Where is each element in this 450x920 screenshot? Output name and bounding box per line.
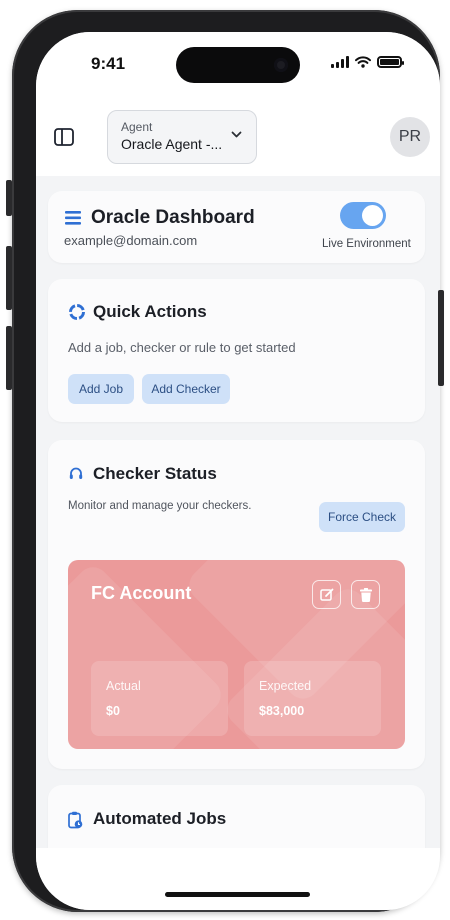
agent-select[interactable]: Agent Oracle Agent -... bbox=[107, 110, 257, 164]
quick-actions-card: Quick Actions Add a job, checker or rule… bbox=[48, 279, 425, 422]
add-checker-button[interactable]: Add Checker bbox=[142, 374, 230, 404]
volume-down-button bbox=[6, 326, 12, 390]
home-indicator[interactable] bbox=[165, 892, 310, 897]
edit-checker-button[interactable] bbox=[312, 580, 341, 609]
actual-label: Actual bbox=[106, 679, 141, 693]
screen: 9:41 Agent Oracle Agent -... PR Oracle D… bbox=[36, 32, 440, 910]
cellular-signal-icon bbox=[331, 56, 349, 68]
checker-status-subtitle: Monitor and manage your checkers. bbox=[68, 500, 252, 512]
spinner-icon bbox=[69, 304, 85, 320]
status-bar: 9:41 bbox=[36, 32, 440, 102]
status-time: 9:41 bbox=[91, 54, 126, 73]
camera-icon bbox=[274, 58, 288, 72]
quick-actions-subtitle: Add a job, checker or rule to get starte… bbox=[68, 340, 296, 355]
battery-icon bbox=[377, 56, 404, 68]
quick-actions-title: Quick Actions bbox=[93, 302, 207, 321]
phone-frame: 9:41 Agent Oracle Agent -... PR Oracle D… bbox=[12, 10, 440, 912]
agent-select-value: Oracle Agent -... bbox=[121, 136, 223, 152]
dashboard-title: Oracle Dashboard bbox=[91, 207, 255, 228]
headset-icon bbox=[69, 467, 83, 479]
list-icon bbox=[65, 211, 81, 225]
dynamic-island bbox=[176, 47, 300, 83]
expected-label: Expected bbox=[259, 679, 312, 693]
trash-icon bbox=[359, 587, 372, 602]
automated-jobs-title: Automated Jobs bbox=[93, 809, 227, 828]
clipboard-clock-icon bbox=[68, 811, 83, 829]
action-button bbox=[6, 180, 12, 216]
toggle-knob bbox=[362, 205, 383, 226]
live-environment-toggle[interactable] bbox=[340, 202, 386, 229]
checker-card[interactable]: FC Account Actual $0 Expected $83,000 bbox=[68, 560, 405, 749]
power-button bbox=[438, 290, 444, 386]
expected-value: $83,000 bbox=[259, 704, 305, 718]
force-check-button[interactable]: Force Check bbox=[319, 502, 405, 532]
bottom-safe-area bbox=[36, 848, 440, 910]
live-environment-label: Live Environment bbox=[322, 238, 411, 250]
checker-status-card: Checker Status Monitor and manage your c… bbox=[48, 440, 425, 769]
actual-metric: Actual $0 bbox=[91, 661, 228, 736]
avatar[interactable]: PR bbox=[390, 117, 430, 157]
agent-select-label: Agent bbox=[121, 120, 153, 134]
checker-status-title: Checker Status bbox=[93, 464, 217, 483]
actual-value: $0 bbox=[106, 704, 120, 718]
chevron-down-icon bbox=[231, 131, 242, 138]
dashboard-email: example@domain.com bbox=[64, 233, 198, 248]
status-icons bbox=[331, 56, 404, 68]
delete-checker-button[interactable] bbox=[351, 580, 380, 609]
sidebar-toggle-icon[interactable] bbox=[53, 126, 75, 148]
volume-up-button bbox=[6, 246, 12, 310]
edit-icon bbox=[319, 588, 333, 601]
checker-name: FC Account bbox=[91, 583, 192, 603]
add-job-button[interactable]: Add Job bbox=[68, 374, 134, 404]
app-bar: Agent Oracle Agent -... PR bbox=[36, 102, 440, 176]
dashboard-card: Oracle Dashboard example@domain.com Live… bbox=[48, 191, 425, 263]
wifi-icon bbox=[355, 56, 371, 68]
expected-metric: Expected $83,000 bbox=[244, 661, 381, 736]
